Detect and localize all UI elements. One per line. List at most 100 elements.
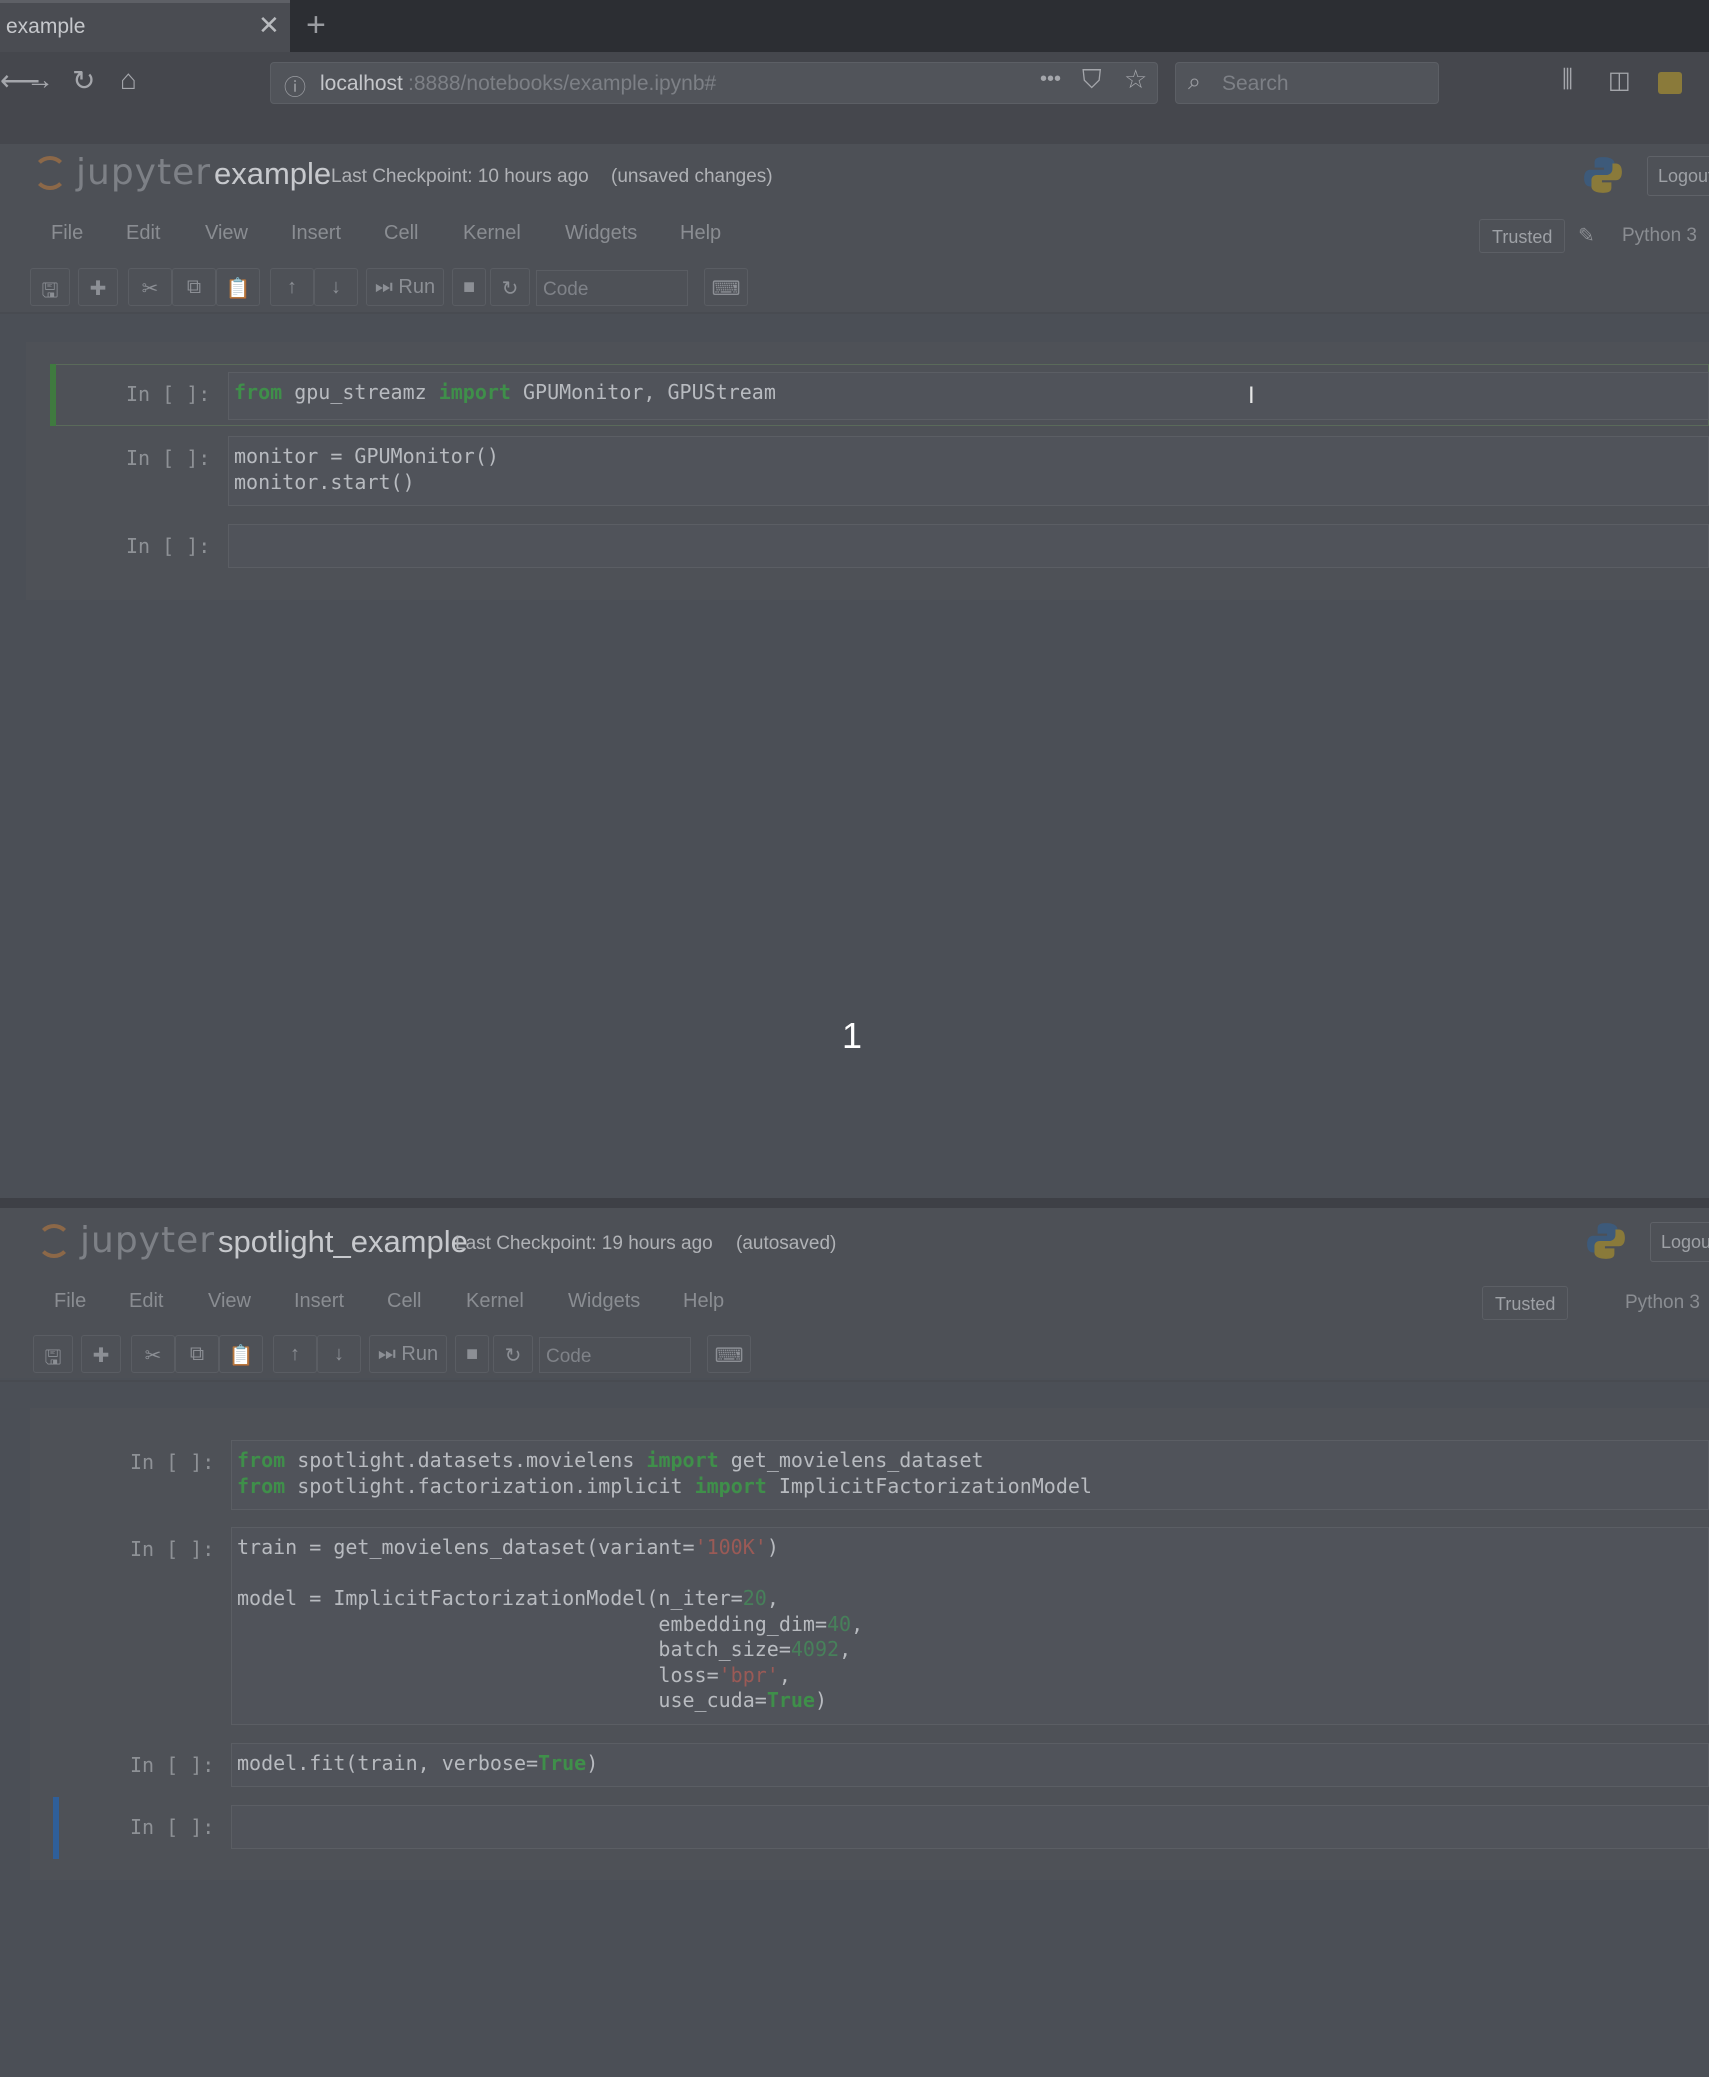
save-icon[interactable]: 🖫: [33, 1335, 73, 1373]
keyboard-icon[interactable]: ⌨: [707, 1335, 751, 1373]
bookmark-star-icon[interactable]: ☆: [1124, 64, 1147, 95]
menu-cell[interactable]: Cell: [384, 222, 418, 245]
code-token: monitor.start(): [234, 469, 415, 494]
tab-close-icon[interactable]: ✕: [258, 10, 280, 41]
paste-icon[interactable]: 📋: [216, 268, 260, 306]
sidebar-icon[interactable]: ◫: [1608, 66, 1631, 95]
code-token: ,: [839, 1637, 852, 1661]
run-button[interactable]: ⏭ Run: [366, 268, 444, 306]
code-token: GPUMonitor, GPUStream: [510, 380, 776, 404]
insert-cell-icon[interactable]: ✚: [81, 1335, 121, 1373]
menu-view[interactable]: View: [205, 222, 248, 245]
menu-help[interactable]: Help: [683, 1290, 724, 1313]
browser-search-input[interactable]: [1175, 62, 1439, 104]
cell-type-select[interactable]: Code: [539, 1337, 691, 1373]
menu-edit[interactable]: Edit: [129, 1290, 163, 1313]
restart-icon[interactable]: ↻: [493, 1335, 533, 1373]
code-token: ,: [851, 1611, 864, 1636]
new-tab-icon[interactable]: +: [306, 6, 326, 45]
url-host: localhost: [320, 72, 403, 95]
search-icon: ⌕: [1188, 68, 1201, 94]
code-line: loss='bpr',: [237, 1663, 863, 1689]
cell-code: from gpu_streamz import GPUMonitor, GPUS…: [234, 380, 776, 406]
code-token: gpu_streamz: [282, 380, 439, 404]
menu-cell[interactable]: Cell: [387, 1290, 421, 1313]
menu-kernel[interactable]: Kernel: [466, 1290, 524, 1313]
code-line: train = get_movielens_dataset(variant='1…: [237, 1535, 863, 1561]
code-token: model.fit(train, verbose=: [237, 1751, 539, 1775]
code-token-kw: True: [766, 1688, 815, 1712]
run-button[interactable]: ⏭ Run: [369, 1335, 447, 1373]
jupyter-logo-text: jupyter: [76, 152, 212, 193]
menu-widgets[interactable]: Widgets: [565, 222, 637, 245]
site-info-icon[interactable]: ⓘ: [284, 70, 306, 102]
edit-pencil-icon[interactable]: ✎: [1578, 223, 1595, 248]
code-token: get_movielens_dataset: [718, 1448, 984, 1472]
jupyter-logo-icon[interactable]: [37, 1224, 71, 1258]
header-separator: [0, 1380, 1709, 1382]
code-token: model = ImplicitFactorizationModel(n_ite…: [237, 1586, 743, 1610]
cell-code: from spotlight.datasets.movielens import…: [237, 1448, 1092, 1499]
notebook-title[interactable]: spotlight_example: [218, 1224, 468, 1260]
library-icon[interactable]: ⫼: [1562, 66, 1573, 94]
menu-file[interactable]: File: [51, 222, 83, 245]
logout-button[interactable]: Logout: [1650, 1222, 1709, 1262]
jupyter-logo-icon[interactable]: [33, 156, 67, 190]
keyboard-icon[interactable]: ⌨: [704, 268, 748, 306]
cell-prompt: In [ ]:: [130, 1753, 215, 1777]
code-token-num: 20: [742, 1586, 767, 1610]
move-up-icon[interactable]: ↑: [270, 268, 314, 306]
code-line: [237, 1561, 863, 1587]
menu-edit[interactable]: Edit: [126, 222, 160, 245]
notebook-title[interactable]: example: [214, 156, 331, 192]
code-token-kw: from: [237, 1448, 286, 1472]
cut-icon[interactable]: ✂: [131, 1335, 175, 1373]
menu-widgets[interactable]: Widgets: [568, 1290, 640, 1313]
logout-button[interactable]: Logout: [1647, 156, 1709, 196]
cell-code: monitor = GPUMonitor() monitor.start(): [234, 444, 499, 495]
copy-icon[interactable]: ⧉: [175, 1335, 219, 1373]
url-path: :8888/notebooks/example.ipynb#: [408, 72, 717, 95]
cell-type-select[interactable]: Code: [536, 270, 688, 306]
cut-icon[interactable]: ✂: [128, 268, 172, 306]
jupyter-logo-text: jupyter: [80, 1220, 216, 1261]
code-line: batch_size=4092,: [237, 1637, 863, 1663]
code-token-num: 40: [827, 1611, 852, 1636]
run-icon: ⏭: [374, 276, 393, 298]
save-icon[interactable]: 🖫: [30, 268, 70, 306]
reload-icon[interactable]: ↻: [72, 64, 95, 97]
paste-icon[interactable]: 📋: [219, 1335, 263, 1373]
move-down-icon[interactable]: ↓: [314, 268, 358, 306]
insert-cell-icon[interactable]: ✚: [78, 268, 118, 306]
code-token: train = get_movielens_dataset(variant=: [237, 1535, 695, 1559]
move-up-icon[interactable]: ↑: [273, 1335, 317, 1373]
code-cell-input[interactable]: [231, 1805, 1709, 1849]
copy-icon[interactable]: ⧉: [172, 268, 216, 306]
code-cell-input[interactable]: [228, 524, 1709, 568]
menu-insert[interactable]: Insert: [294, 1290, 344, 1313]
menu-kernel[interactable]: Kernel: [463, 222, 521, 245]
cell-prompt: In [ ]:: [130, 1450, 215, 1474]
interrupt-icon[interactable]: ■: [452, 268, 486, 306]
pocket-icon[interactable]: ⛉: [1082, 64, 1102, 96]
code-token-kw: True: [538, 1751, 587, 1775]
forward-icon[interactable]: →: [26, 64, 54, 96]
code-line: monitor = GPUMonitor(): [234, 444, 499, 470]
cell-code: train = get_movielens_dataset(variant='1…: [237, 1535, 863, 1714]
restart-icon[interactable]: ↻: [490, 268, 530, 306]
interrupt-icon[interactable]: ■: [455, 1335, 489, 1373]
extension-icon[interactable]: [1658, 72, 1682, 94]
move-down-icon[interactable]: ↓: [317, 1335, 361, 1373]
menu-view[interactable]: View: [208, 1290, 251, 1313]
menu-help[interactable]: Help: [680, 222, 721, 245]
menu-insert[interactable]: Insert: [291, 222, 341, 245]
cell-prompt: In [ ]:: [126, 382, 211, 406]
cell-code: [234, 532, 246, 558]
trusted-indicator[interactable]: Trusted: [1479, 219, 1566, 253]
menu-file[interactable]: File: [54, 1290, 86, 1313]
trusted-indicator[interactable]: Trusted: [1482, 1286, 1569, 1320]
home-icon[interactable]: ⌂: [120, 64, 137, 96]
page-actions-icon[interactable]: •••: [1040, 68, 1061, 91]
